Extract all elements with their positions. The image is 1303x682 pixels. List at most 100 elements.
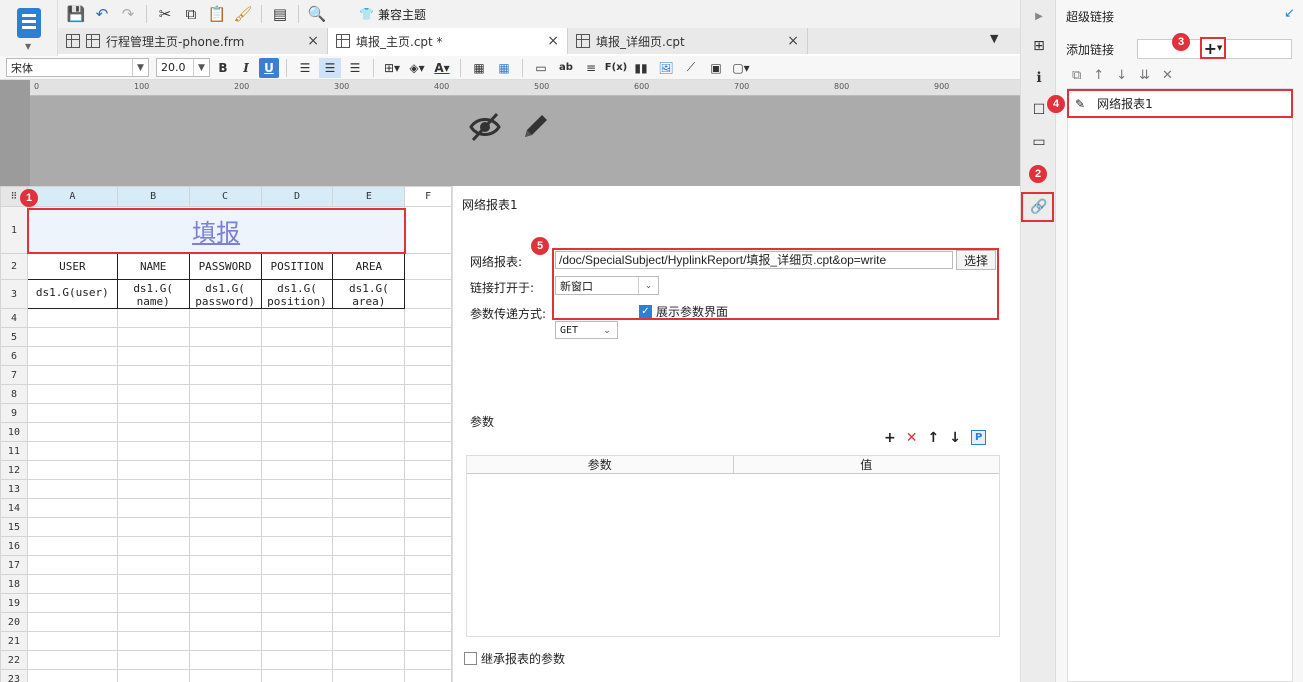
- table-cell[interactable]: [188, 536, 262, 556]
- formula-icon[interactable]: F(x): [605, 58, 627, 78]
- table-cell[interactable]: [26, 498, 118, 518]
- table-cell[interactable]: [260, 574, 334, 594]
- template-settings-icon[interactable]: ▤: [268, 3, 292, 25]
- close-icon[interactable]: ×: [287, 33, 319, 49]
- table-cell[interactable]: [260, 422, 334, 442]
- table-cell[interactable]: [404, 517, 452, 537]
- table-icon[interactable]: ▦: [493, 58, 515, 78]
- table-cell[interactable]: [404, 650, 452, 670]
- chart-icon[interactable]: ▮▮: [630, 58, 652, 78]
- data-cell-area[interactable]: ds1.G( area): [332, 279, 406, 309]
- table-cell[interactable]: [188, 574, 262, 594]
- cell-element-icon[interactable]: ⊞: [1029, 36, 1049, 56]
- table-cell[interactable]: [26, 669, 118, 682]
- condition-icon[interactable]: ▭: [1029, 132, 1049, 152]
- table-cell[interactable]: [332, 479, 406, 499]
- column-header-f[interactable]: F: [404, 186, 452, 207]
- table-cell[interactable]: [116, 498, 190, 518]
- table-cell[interactable]: [332, 574, 406, 594]
- table-cell[interactable]: [188, 422, 262, 442]
- edit-pencil-icon[interactable]: [520, 110, 552, 142]
- table-cell[interactable]: [116, 327, 190, 347]
- table-cell[interactable]: [188, 441, 262, 461]
- table-cell[interactable]: [332, 593, 406, 613]
- delete-icon[interactable]: ✕: [906, 430, 918, 446]
- column-header-e[interactable]: E: [332, 186, 406, 207]
- table-cell[interactable]: [26, 365, 118, 385]
- fill-color-icon[interactable]: ◈▾: [406, 58, 428, 78]
- table-cell[interactable]: [260, 403, 334, 423]
- table-cell[interactable]: [116, 650, 190, 670]
- table-cell[interactable]: [404, 384, 452, 404]
- table-cell[interactable]: [188, 631, 262, 651]
- show-params-checkbox[interactable]: ✓ 展示参数界面: [639, 303, 728, 320]
- table-cell[interactable]: [332, 346, 406, 366]
- tab-frm[interactable]: 行程管理主页-phone.frm ×: [58, 28, 328, 54]
- table-cell[interactable]: [26, 612, 118, 632]
- table-cell[interactable]: [116, 384, 190, 404]
- table-cell[interactable]: [26, 346, 118, 366]
- table-cell[interactable]: [26, 460, 118, 480]
- table-cell[interactable]: [188, 384, 262, 404]
- table-cell[interactable]: [26, 422, 118, 442]
- row-header[interactable]: 2: [0, 253, 28, 280]
- table-cell[interactable]: [332, 498, 406, 518]
- table-cell[interactable]: [332, 365, 406, 385]
- align-right-icon[interactable]: ☰: [344, 58, 366, 78]
- row-header[interactable]: 17: [0, 555, 28, 575]
- table-cell[interactable]: [116, 669, 190, 682]
- row-header[interactable]: 14: [0, 498, 28, 518]
- format-brush-icon[interactable]: 🖌: [231, 3, 255, 25]
- row-header[interactable]: 23: [0, 669, 28, 682]
- row-header[interactable]: 12: [0, 460, 28, 480]
- table-cell[interactable]: [188, 517, 262, 537]
- undo-icon[interactable]: ↶: [90, 3, 114, 25]
- data-cell-password[interactable]: ds1.G( password): [188, 279, 262, 309]
- table-cell[interactable]: [188, 650, 262, 670]
- row-header[interactable]: 21: [0, 631, 28, 651]
- table-cell[interactable]: [332, 308, 406, 328]
- table-cell[interactable]: [404, 365, 452, 385]
- app-logo[interactable]: ▼: [0, 0, 58, 56]
- column-header-c[interactable]: C: [188, 186, 262, 207]
- table-cell[interactable]: [260, 346, 334, 366]
- table-cell[interactable]: [404, 669, 452, 682]
- table-cell[interactable]: [260, 384, 334, 404]
- add-icon[interactable]: +: [884, 430, 896, 446]
- cell-attributes-icon[interactable]: ℹ: [1029, 68, 1049, 88]
- table-cell[interactable]: [260, 460, 334, 480]
- underline-button[interactable]: U: [259, 57, 279, 78]
- data-cell-name[interactable]: ds1.G( name): [116, 279, 190, 309]
- report-url-input[interactable]: /doc/SpecialSubject/HyplinkReport/填报_详细页…: [555, 251, 953, 269]
- row-header[interactable]: 9: [0, 403, 28, 423]
- header-cell-password[interactable]: PASSWORD: [188, 253, 262, 280]
- close-icon[interactable]: ×: [767, 33, 799, 49]
- sub-report-icon[interactable]: ▣: [705, 58, 727, 78]
- arrow-up-icon[interactable]: ↑: [927, 430, 939, 446]
- row-header[interactable]: 5: [0, 327, 28, 347]
- table-cell[interactable]: [116, 593, 190, 613]
- table-cell[interactable]: [332, 650, 406, 670]
- row-header[interactable]: 4: [0, 308, 28, 328]
- table-cell[interactable]: [260, 612, 334, 632]
- table-cell[interactable]: [332, 441, 406, 461]
- table-cell[interactable]: [26, 593, 118, 613]
- move-bottom-icon[interactable]: ⇊: [1139, 68, 1150, 83]
- row-header[interactable]: 22: [0, 650, 28, 670]
- table-cell[interactable]: [26, 327, 118, 347]
- table-cell[interactable]: [188, 403, 262, 423]
- inherit-params-checkbox[interactable]: 继承报表的参数: [464, 650, 565, 667]
- font-family-select[interactable]: 宋体 ▼: [6, 58, 149, 77]
- table-cell[interactable]: [404, 422, 452, 442]
- header-cell-user[interactable]: USER: [26, 253, 118, 280]
- table-cell[interactable]: [188, 460, 262, 480]
- arrow-down-icon[interactable]: ↓: [949, 430, 961, 446]
- table-cell[interactable]: [260, 517, 334, 537]
- image-icon[interactable]: 🖼: [655, 58, 677, 78]
- header-cell-position[interactable]: POSITION: [260, 253, 334, 280]
- table-cell[interactable]: [260, 593, 334, 613]
- table-cell[interactable]: [404, 479, 452, 499]
- column-header-a[interactable]: A: [26, 186, 118, 207]
- rich-text-icon[interactable]: ≡: [580, 58, 602, 78]
- table-cell[interactable]: [116, 403, 190, 423]
